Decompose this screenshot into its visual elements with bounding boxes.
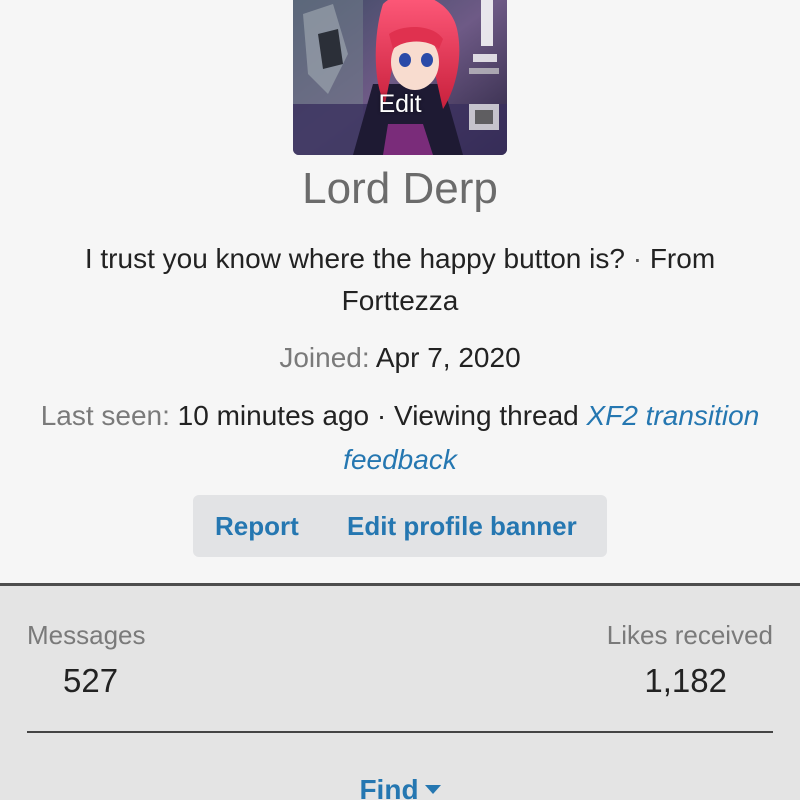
report-button[interactable]: Report	[215, 511, 299, 542]
location: Forttezza	[341, 285, 459, 316]
last-seen-label: Last seen:	[40, 400, 170, 431]
profile-avatar[interactable]: Edit	[293, 0, 507, 155]
activity-label: Viewing thread	[394, 400, 579, 431]
username: Lord Derp	[302, 164, 498, 213]
edit-profile-banner-button[interactable]: Edit profile banner	[347, 511, 577, 542]
profile-stats: Messages 527 Likes received 1,182 Find	[0, 583, 800, 800]
profile-action-buttons: Report Edit profile banner	[193, 495, 607, 557]
messages-value[interactable]: 527	[63, 662, 118, 700]
avatar-image	[293, 0, 507, 155]
messages-label: Messages	[27, 620, 146, 650]
last-seen-row: Last seen: 10 minutes ago · Viewing thre…	[40, 394, 760, 482]
custom-title: I trust you know where the happy button …	[84, 243, 625, 274]
stats-divider	[27, 731, 773, 733]
caret-down-icon	[424, 785, 441, 795]
likes-received-value: 1,182	[644, 662, 727, 699]
find-label: Find	[359, 774, 419, 800]
find-menu-button[interactable]: Find	[0, 774, 800, 800]
activity-separator: ·	[376, 400, 387, 431]
member-profile-page: Edit Lord Derp I trust you know where th…	[0, 0, 800, 800]
blurb-separator: ·	[632, 243, 643, 274]
joined-value: Apr 7, 2020	[375, 342, 521, 373]
profile-blurb: I trust you know where the happy button …	[40, 238, 760, 322]
last-seen-value: 10 minutes ago	[177, 400, 370, 431]
avatar-edit-label[interactable]: Edit	[293, 90, 507, 119]
likes-received-label: Likes received	[606, 620, 773, 650]
joined-row: Joined: Apr 7, 2020	[0, 338, 800, 378]
from-label: From	[649, 243, 716, 274]
joined-label: Joined:	[279, 342, 370, 373]
